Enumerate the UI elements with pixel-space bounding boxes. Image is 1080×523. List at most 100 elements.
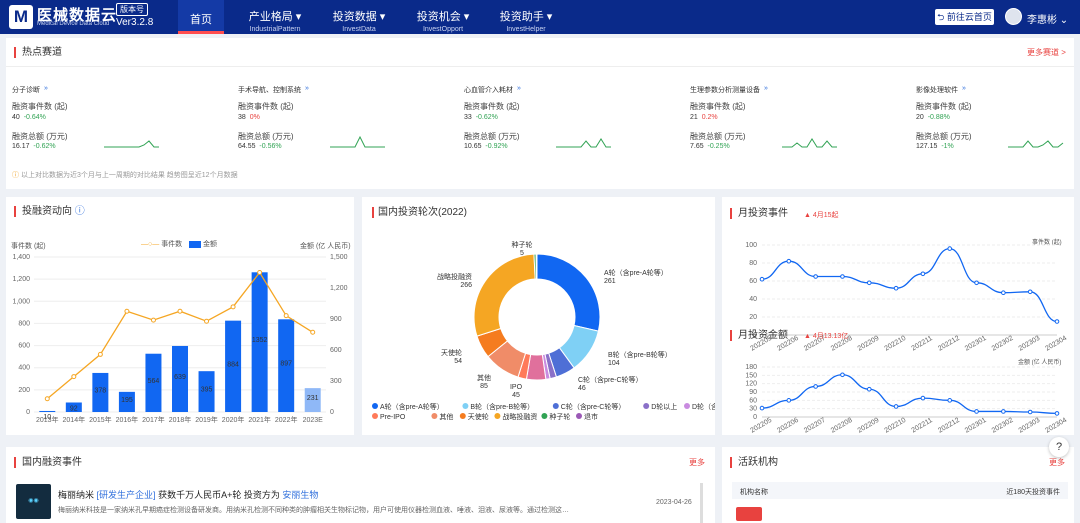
legend-label[interactable]: C轮（含pre-C轮等）	[561, 402, 626, 411]
nav-invest-helper[interactable]: 投资助手 ▾ InvestHelper	[491, 0, 561, 34]
amount-bar[interactable]	[39, 410, 56, 412]
company-logo[interactable]: ◉◉	[16, 484, 51, 519]
count-point[interactable]	[44, 396, 50, 402]
series-point[interactable]	[1001, 290, 1006, 296]
round-slice[interactable]	[473, 253, 536, 337]
more-tracks-link[interactable]: 更多赛道 >	[1027, 47, 1066, 58]
go-cloud-home-button[interactable]: ⮌ 前往云首页	[935, 9, 994, 25]
legend-label[interactable]: Pre-IPO	[380, 414, 406, 421]
hot-track-item[interactable]: 手术导航、控制系统 融资事件数 (起) 38 0% 融资总额 (万元) 64.5…	[238, 85, 418, 155]
nav-invest-opport[interactable]: 投资机会 ▾ InvestOpport	[408, 0, 478, 34]
count-value: 38 0%	[238, 114, 260, 121]
nav-invest-data[interactable]: 投资数据 ▾ InvestData	[324, 0, 394, 34]
news-more-link[interactable]: 更多	[689, 457, 705, 468]
legend-label[interactable]: B轮（含pre-B轮等）	[470, 402, 534, 411]
count-point[interactable]	[124, 308, 130, 314]
series-point[interactable]	[786, 258, 792, 264]
divider	[6, 66, 1074, 67]
legend-label[interactable]: 天使轮	[468, 412, 489, 421]
slice-label: IPO	[510, 384, 523, 391]
series-point[interactable]	[813, 384, 818, 389]
legend-label[interactable]: D轮以上	[651, 402, 677, 411]
count-point[interactable]	[177, 308, 183, 314]
x-tick: 2023E	[303, 417, 324, 424]
chevron-right-icon: »	[305, 85, 309, 92]
nav-label: 产业格局 ▾	[248, 11, 302, 23]
chevron-right-icon: »	[962, 85, 966, 92]
amount-value: 16.17 -0.62%	[12, 143, 56, 150]
series-point[interactable]	[974, 409, 979, 414]
track-name[interactable]: 分子诊断	[12, 85, 192, 95]
count-point[interactable]	[230, 304, 236, 310]
round-slice[interactable]	[536, 253, 601, 332]
series-point[interactable]	[813, 274, 818, 279]
legend-label[interactable]: 战略投融资	[502, 412, 537, 421]
orgs-more-link[interactable]: 更多	[1049, 457, 1065, 468]
news-description: 梅丽纳米科技是一家纳米孔早期癌症检测设备研发商。用纳米孔检测不同种类的肿瘤相关生…	[58, 507, 569, 514]
hot-track-item[interactable]: 分子诊断 融资事件数 (起) 40 -0.64% 融资总额 (万元) 16.17…	[12, 85, 192, 155]
track-name[interactable]: 手术导航、控制系统	[238, 85, 418, 95]
hot-tracks-title: 热点赛道	[14, 47, 62, 58]
amount-label: 融资总额 (万元)	[12, 132, 68, 141]
series-point[interactable]	[893, 285, 899, 291]
series-point[interactable]	[759, 276, 765, 282]
series-point[interactable]	[974, 280, 979, 286]
count-point[interactable]	[257, 270, 263, 275]
count-point[interactable]	[310, 329, 316, 335]
count-point[interactable]	[150, 317, 156, 323]
series-point[interactable]	[786, 398, 792, 403]
scrollbar[interactable]	[700, 483, 703, 523]
series-point[interactable]	[1027, 289, 1033, 295]
series-point[interactable]	[947, 246, 953, 251]
orgs-table-header: 机构名称 近180天投资事件	[732, 482, 1068, 499]
series-point[interactable]	[1054, 411, 1060, 416]
logo-icon[interactable]: M	[9, 5, 33, 29]
round-slice[interactable]	[535, 253, 538, 280]
user-name[interactable]: 李惠彬 ⌄	[1027, 11, 1068, 26]
count-point[interactable]	[71, 374, 77, 380]
amount-value: 127.15 -1%	[916, 143, 954, 150]
y-tick: 80	[749, 260, 757, 267]
legend-label[interactable]: 种子轮	[549, 412, 570, 421]
series-point[interactable]	[1027, 409, 1033, 415]
slice-value: 5	[520, 250, 524, 257]
hot-track-item[interactable]: 影像处理软件 融资事件数 (起) 20 -0.88% 融资总额 (万元) 127…	[916, 85, 1080, 155]
series-point[interactable]	[1054, 319, 1060, 324]
y-tick: 0	[753, 414, 757, 421]
avatar[interactable]	[1005, 8, 1022, 25]
amount-label: 融资总额 (万元)	[916, 132, 972, 141]
series-point[interactable]	[866, 280, 872, 286]
track-name[interactable]: 生理参数分析测量设备	[690, 85, 870, 95]
count-point[interactable]	[283, 313, 289, 319]
count-point[interactable]	[204, 318, 210, 324]
series-point[interactable]	[920, 395, 926, 401]
org-logo[interactable]	[736, 507, 762, 521]
series-point[interactable]	[866, 386, 872, 392]
count-point[interactable]	[97, 351, 103, 357]
track-name[interactable]: 影像处理软件	[916, 85, 1080, 95]
series-point[interactable]	[840, 372, 845, 378]
series-point[interactable]	[759, 405, 765, 411]
track-name[interactable]: 心血管介入耗材	[464, 85, 644, 95]
legend-label[interactable]: 其他	[439, 412, 453, 421]
nav-home[interactable]: 首页	[178, 0, 224, 34]
series-point[interactable]	[947, 398, 953, 403]
chevron-right-icon: »	[44, 85, 48, 92]
nav-industrial-pattern[interactable]: 产业格局 ▾ IndustrialPattern	[240, 0, 310, 34]
hot-track-item[interactable]: 心血管介入耗材 融资事件数 (起) 33 -0.62% 融资总额 (万元) 10…	[464, 85, 644, 155]
series-point[interactable]	[1001, 409, 1006, 414]
slice-label: A轮（含pre-A轮等）	[604, 268, 668, 277]
series-point[interactable]	[840, 274, 845, 279]
legend-label[interactable]: A轮（含pre-A轮等）	[380, 402, 444, 411]
series-point[interactable]	[893, 404, 899, 409]
legend-label[interactable]: 退市	[584, 412, 598, 421]
legend-label[interactable]: D轮（含pre-D轮等）	[692, 402, 715, 411]
x-tick: 202209	[857, 335, 881, 353]
slice-label: 战略投融资	[437, 272, 472, 281]
x-tick: 2015年	[89, 415, 112, 424]
hot-track-item[interactable]: 生理参数分析测量设备 融资事件数 (起) 21 0.2% 融资总额 (万元) 7…	[690, 85, 870, 155]
help-float-icon[interactable]: ?	[1049, 437, 1069, 457]
news-headline[interactable]: 梅丽纳米 [研发生产企业] 获数千万人民币A+轮 投资方为 安丽生物	[58, 488, 318, 501]
legend-dot	[462, 403, 469, 409]
series-point[interactable]	[920, 271, 926, 277]
